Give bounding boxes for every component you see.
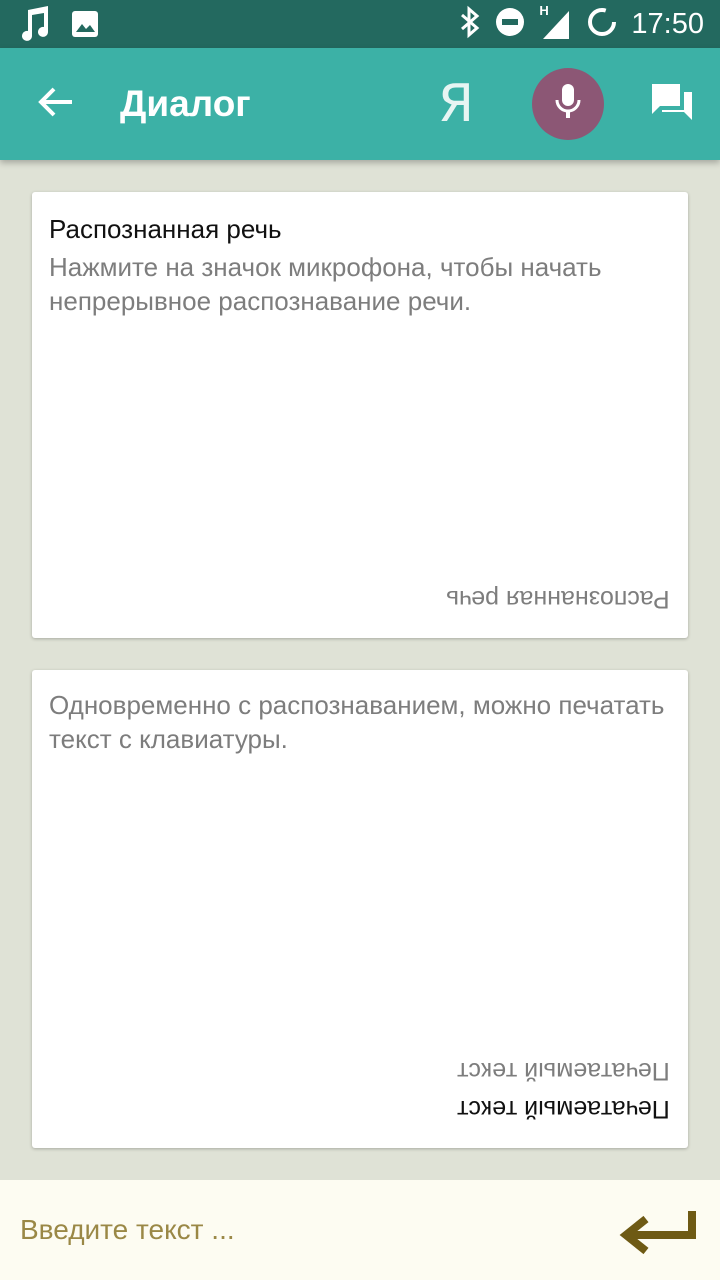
typed-text-flipped-label: Печатаемый текст (457, 1095, 670, 1123)
do-not-disturb-icon (495, 7, 525, 42)
microphone-icon (554, 82, 582, 127)
input-bar (0, 1180, 720, 1280)
recognized-speech-title: Распознанная речь (49, 214, 282, 244)
enter-arrow-icon (618, 1205, 698, 1260)
bluetooth-icon (459, 5, 481, 44)
chat-button[interactable] (644, 76, 700, 132)
recognized-speech-flipped-label: Распознанная речь (446, 585, 670, 613)
chat-icon (650, 82, 694, 127)
status-bar: H 17:50 (0, 0, 720, 48)
back-button[interactable] (28, 76, 84, 132)
status-bar-notifications (20, 6, 100, 47)
signal-icon: H (539, 3, 573, 41)
clock: 17:50 (631, 8, 704, 40)
battery-charging-icon (587, 7, 617, 42)
back-arrow-icon (38, 84, 74, 125)
typed-text-flipped-hint: Печатаемый текст (457, 1057, 670, 1085)
image-icon (70, 9, 100, 44)
typed-text-card: Одновременно с распознаванием, можно печ… (32, 670, 688, 1148)
yandex-button[interactable]: Я (430, 74, 482, 134)
status-bar-system: H 17:50 (459, 3, 704, 44)
typed-text-hint: Одновременно с распознаванием, можно печ… (49, 690, 665, 754)
text-input[interactable] (20, 1210, 580, 1250)
microphone-button[interactable] (532, 68, 604, 140)
app-bar: Диалог Я (0, 48, 720, 160)
recognized-speech-hint: Нажмите на значок микрофона, чтобы начат… (49, 252, 602, 316)
page-title: Диалог (120, 83, 251, 124)
recognized-speech-card: Распознанная речь Нажмите на значок микр… (32, 192, 688, 638)
music-note-icon (20, 6, 50, 47)
send-button[interactable] (616, 1204, 700, 1260)
network-type-label: H (539, 3, 549, 18)
